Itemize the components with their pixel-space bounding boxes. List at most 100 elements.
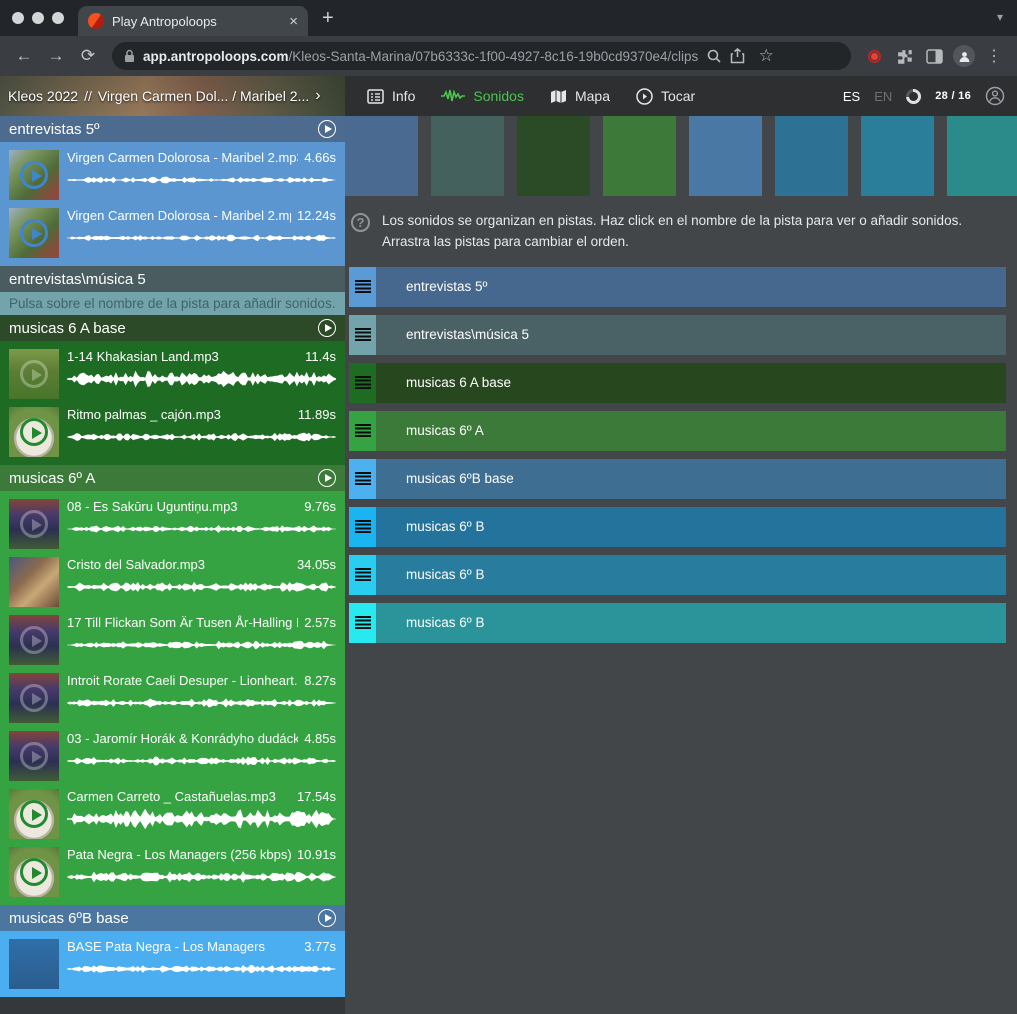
track-row[interactable]: musicas 6º B <box>349 555 1006 595</box>
track-section-name[interactable]: musicas 6ºB base <box>9 910 129 927</box>
nav-tocar[interactable]: Tocar <box>636 88 695 105</box>
profile-avatar-icon[interactable] <box>951 45 977 67</box>
nav-mapa[interactable]: Mapa <box>550 88 610 104</box>
clip-row[interactable]: Pata Negra - Los Managers (256 kbps).mp3… <box>0 842 345 900</box>
clip-play-icon[interactable] <box>20 360 48 388</box>
breadcrumb-project[interactable]: Kleos 2022 <box>8 88 78 104</box>
track-swatch[interactable] <box>603 116 676 196</box>
drag-handle[interactable] <box>349 315 376 355</box>
track-section-header[interactable]: musicas 6 A base <box>0 315 345 341</box>
clip-thumbnail[interactable] <box>9 208 59 258</box>
section-play-icon[interactable] <box>318 909 336 927</box>
drag-handle[interactable] <box>349 363 376 403</box>
track-row[interactable]: musicas 6º B <box>349 507 1006 547</box>
drag-handle[interactable] <box>349 507 376 547</box>
track-section-header[interactable]: musicas 6ºB base <box>0 905 345 931</box>
window-controls[interactable] <box>12 12 64 24</box>
record-indicator-icon[interactable] <box>861 50 887 63</box>
track-swatch[interactable] <box>947 116 1017 196</box>
forward-button[interactable]: → <box>42 46 70 66</box>
window-minimize-button[interactable] <box>32 12 44 24</box>
clip-thumbnail[interactable] <box>9 349 59 399</box>
share-icon[interactable] <box>730 48 745 64</box>
track-label[interactable]: musicas 6ºB base <box>406 471 514 486</box>
track-bar[interactable]: musicas 6º B <box>376 507 1006 547</box>
window-close-button[interactable] <box>12 12 24 24</box>
clip-row[interactable]: Virgen Carmen Dolorosa - Maribel 2.mp312… <box>0 203 345 261</box>
clip-play-icon[interactable] <box>20 742 48 770</box>
clip-thumbnail[interactable] <box>9 499 59 549</box>
clip-row[interactable]: 1-14 Khakasian Land.mp311.4s <box>0 344 345 402</box>
track-swatch[interactable] <box>861 116 934 196</box>
track-section-name[interactable]: entrevistas 5º <box>9 121 100 138</box>
language-es-button[interactable]: ES <box>843 89 860 104</box>
window-zoom-button[interactable] <box>52 12 64 24</box>
clip-thumbnail[interactable] <box>9 847 59 897</box>
clip-row[interactable]: Cristo del Salvador.mp334.05s <box>0 552 345 610</box>
track-row[interactable]: musicas 6º B <box>349 603 1006 643</box>
reload-button[interactable]: ⟳ <box>74 46 102 66</box>
drag-handle[interactable] <box>349 411 376 451</box>
nav-sonidos[interactable]: Sonidos <box>441 88 524 104</box>
zoom-magnifier-icon[interactable] <box>706 48 722 64</box>
clip-play-icon[interactable] <box>20 219 48 247</box>
track-row[interactable]: entrevistas\música 5 <box>349 315 1006 355</box>
language-en-button[interactable]: EN <box>874 89 892 104</box>
track-section-header[interactable]: musicas 6º A <box>0 465 345 491</box>
track-swatch[interactable] <box>689 116 762 196</box>
section-play-icon[interactable] <box>318 120 336 138</box>
clip-row[interactable]: 17 Till Flickan Som Är Tusen År-Halling … <box>0 610 345 668</box>
new-tab-button[interactable]: + <box>322 7 334 30</box>
drag-handle[interactable] <box>349 555 376 595</box>
track-label[interactable]: musicas 6º A <box>406 423 484 438</box>
track-swatch[interactable] <box>517 116 590 196</box>
track-row[interactable]: entrevistas 5º <box>349 267 1006 307</box>
track-row[interactable]: musicas 6º A <box>349 411 1006 451</box>
track-bar[interactable]: entrevistas 5º <box>376 267 1006 307</box>
track-bar[interactable]: musicas 6 A base <box>376 363 1006 403</box>
clip-thumbnail[interactable] <box>9 731 59 781</box>
track-label[interactable]: musicas 6 A base <box>406 375 511 390</box>
track-bar[interactable]: musicas 6º B <box>376 603 1006 643</box>
nav-info[interactable]: Info <box>367 88 415 104</box>
back-button[interactable]: ← <box>10 46 38 66</box>
address-bar[interactable]: app.antropoloops.com/Kleos-Santa-Marina/… <box>112 42 851 70</box>
track-section-name[interactable]: entrevistas\música 5 <box>9 271 146 288</box>
clip-play-icon[interactable] <box>20 800 48 828</box>
tab-search-chevron-icon[interactable]: ▾ <box>997 10 1003 24</box>
track-swatch[interactable] <box>775 116 848 196</box>
browser-menu-dots-icon[interactable]: ⋮ <box>981 46 1007 66</box>
track-label[interactable]: entrevistas\música 5 <box>406 327 529 342</box>
track-bar[interactable]: musicas 6º B <box>376 555 1006 595</box>
bookmark-star-icon[interactable]: ☆ <box>753 46 779 66</box>
extensions-puzzle-icon[interactable] <box>891 48 917 65</box>
clip-play-icon[interactable] <box>20 418 48 446</box>
track-section-header[interactable]: entrevistas 5º <box>0 116 345 142</box>
clip-play-icon[interactable] <box>20 626 48 654</box>
clip-thumbnail[interactable] <box>9 939 59 989</box>
drag-handle[interactable] <box>349 603 376 643</box>
clip-play-icon[interactable] <box>20 161 48 189</box>
track-swatch[interactable] <box>345 116 418 196</box>
track-swatch[interactable] <box>431 116 504 196</box>
clip-thumbnail[interactable] <box>9 407 59 457</box>
breadcrumb[interactable]: Kleos 2022 // Virgen Carmen Dol... / Mar… <box>0 76 345 116</box>
track-section-header[interactable]: entrevistas\música 5 <box>0 266 345 292</box>
track-bar[interactable]: entrevistas\música 5 <box>376 315 1006 355</box>
clip-row[interactable]: Introit Rorate Caeli Desuper - Lionheart… <box>0 668 345 726</box>
track-label[interactable]: musicas 6º B <box>406 567 484 582</box>
section-play-icon[interactable] <box>318 319 336 337</box>
track-label[interactable]: musicas 6º B <box>406 519 484 534</box>
drag-handle[interactable] <box>349 267 376 307</box>
track-bar[interactable]: musicas 6º A <box>376 411 1006 451</box>
clip-play-icon[interactable] <box>20 858 48 886</box>
tab-close-icon[interactable]: × <box>289 13 298 30</box>
track-label[interactable]: musicas 6º B <box>406 615 484 630</box>
track-section-name[interactable]: musicas 6º A <box>9 470 95 487</box>
clip-row[interactable]: Ritmo palmas _ cajón.mp311.89s <box>0 402 345 460</box>
track-bar[interactable]: musicas 6ºB base <box>376 459 1006 499</box>
track-section-name[interactable]: musicas 6 A base <box>9 320 126 337</box>
clip-row[interactable]: 08 - Es Sakūru Uguntiņu.mp39.76s <box>0 494 345 552</box>
clip-play-icon[interactable] <box>20 684 48 712</box>
clip-thumbnail[interactable] <box>9 557 59 607</box>
